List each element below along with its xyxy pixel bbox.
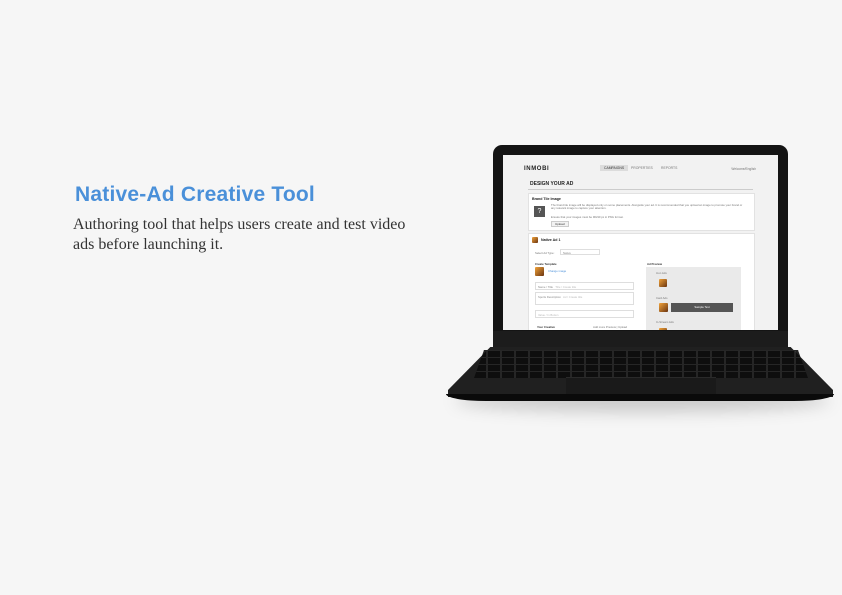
- brand-tile-card: Brand Tile Image ? The brand tile image …: [528, 193, 755, 231]
- ad-type-select[interactable]: Native: [560, 249, 600, 255]
- nav-campaigns[interactable]: CAMPAIGNS: [600, 165, 629, 171]
- project-description: Authoring tool that helps users create a…: [73, 216, 406, 253]
- project-title: Native-Ad Creative Tool: [75, 183, 315, 207]
- preview-sample-button: Sample Text: [671, 303, 733, 312]
- preview-icon-ads: Icon Ads: [656, 271, 667, 275]
- select-ad-type-label: Select Ad Type:: [535, 251, 555, 255]
- template-image: [535, 267, 544, 276]
- preview-icon-image: [659, 279, 667, 287]
- divider: [528, 189, 753, 190]
- laptop-hinge: [493, 331, 788, 347]
- keyboard-rows: [474, 350, 808, 378]
- brand-tile-help: The brand tile image will be displayed o…: [551, 203, 743, 211]
- page-heading: DESIGN YOUR AD: [530, 181, 574, 187]
- nav-properties[interactable]: PROPERTIES: [631, 166, 653, 170]
- ad-thumbnail: [532, 237, 538, 243]
- name-title-input[interactable]: Name / Title Title / Create title: [535, 282, 634, 290]
- description-label: Sports Description: [538, 295, 561, 299]
- upload-button[interactable]: Upload: [551, 221, 569, 227]
- description-placeholder: Ad / Create title: [563, 295, 583, 299]
- description-input[interactable]: Sports Description Ad / Create title: [535, 292, 634, 305]
- nav-reports[interactable]: REPORTS: [661, 166, 677, 170]
- user-menu[interactable]: Welcome/English: [731, 167, 756, 171]
- name-title-placeholder: Title / Create title: [555, 285, 577, 289]
- create-template-label: Create Template: [535, 262, 557, 266]
- cta-input[interactable]: Value / In Button: [535, 310, 634, 318]
- name-title-label: Name / Title: [538, 285, 553, 289]
- laptop-base-edge: [446, 394, 834, 401]
- your-creative-label: Your Creative: [537, 325, 555, 329]
- question-icon: ?: [534, 206, 545, 217]
- change-image-link[interactable]: Change image: [548, 269, 566, 273]
- preview-instream-image: [659, 328, 667, 330]
- creative-actions[interactable]: Add more Preview | Upload: [593, 325, 627, 329]
- preview-card-image: [659, 303, 668, 312]
- brand-tile-title: Brand Tile Image: [532, 197, 561, 201]
- brand-tile-note: Ensure that your images must be 90x90 px…: [551, 215, 624, 219]
- cta-placeholder: Value / In Button: [538, 313, 559, 317]
- ad-preview-label: Ad Preview: [647, 262, 663, 266]
- preview-card-ads: Card Ads: [656, 296, 668, 300]
- laptop-screen: INMOBI CAMPAIGNS PROPERTIES REPORTS Welc…: [503, 155, 778, 330]
- ad-preview-panel: Icon Ads Card Ads Sample Text In-Stream …: [646, 267, 741, 330]
- preview-instream-ads: In-Stream Ads: [656, 320, 674, 324]
- brand-logo: INMOBI: [524, 166, 550, 172]
- native-ad-title: Native Ad 1: [541, 238, 561, 242]
